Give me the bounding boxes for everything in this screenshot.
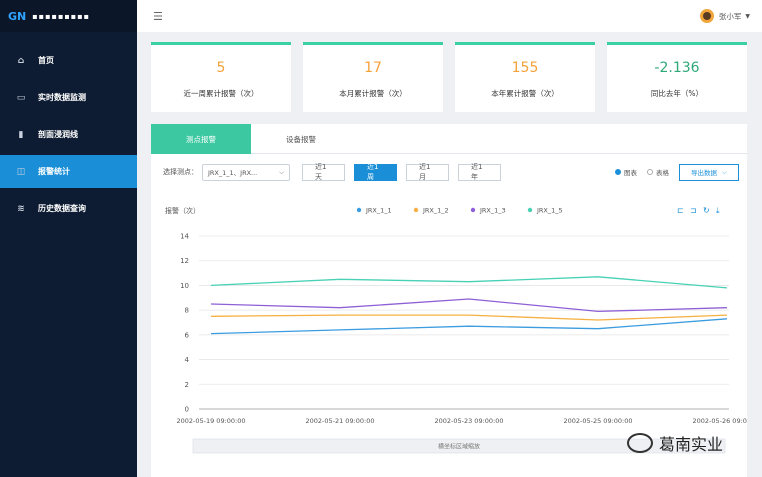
user-menu[interactable]: 张小军 ▼ [699,9,750,23]
stat-card: 5 近一周累计报警（次） [151,42,291,112]
sidebar-item-label: 实时数据监测 [38,93,86,102]
legend-label: JRX_1_1 [365,207,392,215]
stat-label: 本年累计报警（次） [491,89,559,98]
top-bar: ☰ 张小军 ▼ [137,0,762,32]
avatar [699,9,714,23]
caret-down-icon: ▼ [745,12,750,20]
sidebar-item-label: 历史数据查询 [38,204,86,213]
radio-on-icon [615,169,621,175]
database-icon: ≋ [17,203,25,214]
series-line-JRX_1_2 [210,314,728,321]
sidebar-item-4[interactable]: ≋ 历史数据查询 [0,192,137,225]
legend-label: JRX_1_5 [536,207,563,215]
select-label: 选择测点： [163,168,198,176]
radio-off-icon [647,169,653,175]
y-tick-label: 14 [180,233,189,241]
sidebar-item-1[interactable]: ▭ 实时数据监测 [0,81,137,114]
toolbox-icon: ⊏ [677,206,684,215]
logo-text: ▪▪▪▪▪▪▪▪▪ [32,11,91,21]
stat-label: 近一周累计报警（次） [183,89,259,98]
sidebar-item-3[interactable]: ◫ 报警统计 [0,155,137,188]
stat-card: 17 本月累计报警（次） [303,42,443,112]
y-tick-label: 8 [185,307,189,315]
range-button-0[interactable]: 近1天 [302,163,345,181]
tab-0[interactable]: 测点报警 [151,124,251,154]
stat-cards: 5 近一周累计报警（次） 17 本月累计报警（次） 155 本年累计报警（次） -2.136… [151,42,747,112]
stat-value: 17 [364,60,382,76]
stat-card: 155 本年累计报警（次） [455,42,595,112]
export-button[interactable]: 导出数据 ⌵ [679,163,739,181]
logo[interactable]: GN ▪▪▪▪▪▪▪▪▪ [0,0,137,32]
user-name: 张小军 [718,11,742,21]
watermark-text: 葛南实业 [659,435,724,454]
stat-value: 5 [216,60,226,76]
sidebar-item-0[interactable]: ⌂ 首页 [0,44,137,77]
sidebar: GN ▪▪▪▪▪▪▪▪▪ ⌂ 首页 ▭ 实时数据监测 ▮ 剖面浸润线 ◫ 报警统计 ≋ 历史数据查… [0,0,137,477]
stat-card: -2.136 同比去年（%） [607,42,747,112]
toolbox-icon: ↻ [703,206,710,215]
y-axis-label: 报警（次） [165,206,200,215]
view-chart-label: 图表 [624,169,637,177]
series-line-JRX_1_3 [210,298,728,313]
y-tick-label: 12 [180,257,189,265]
range-buttons: 近1天 近1周 近1月 近1年 [290,163,501,181]
point-select[interactable]: JRX_1_1、JRX... ⌵ [202,163,290,181]
y-tick-label: 4 [185,356,190,364]
chevron-down-icon: ⌵ [722,167,727,176]
watermark: 葛南实业 [627,431,723,455]
filter-bar: 选择测点： JRX_1_1、JRX... ⌵ 近1天 近1周 近1月 近1年 图表 表… [163,162,739,182]
menu-toggle-icon[interactable]: ☰ [153,10,163,23]
view-table-label: 表格 [656,169,669,177]
sidebar-item-label: 首页 [38,56,54,65]
zoom-slider-label: 横坐标区域缩放 [438,443,480,451]
tab-bar: 测点报警 设备报警 [151,124,747,154]
view-table-radio[interactable]: 表格 [647,167,669,177]
monitor-icon: ▭ [16,92,26,103]
y-tick-label: 6 [185,331,190,339]
series-line-JRX_1_1 [210,318,728,335]
x-tick-label: 2002-05-25 09:00:00 [563,417,632,425]
sidebar-item-label: 报警统计 [38,167,70,176]
legend-marker [527,207,533,213]
legend-marker [413,207,419,213]
point-select-value: JRX_1_1、JRX... [208,169,258,177]
logo-mark: GN [8,9,27,23]
range-button-2[interactable]: 近1月 [406,163,449,181]
alarm-icon: ◫ [16,166,26,177]
series-line-JRX_1_5 [210,276,728,289]
view-chart-radio[interactable]: 图表 [615,167,637,177]
y-tick-label: 0 [185,406,189,414]
legend-marker [470,207,476,213]
stat-value: -2.136 [654,60,700,76]
stat-label: 同比去年（%） [650,89,704,98]
legend-label: JRX_1_2 [422,207,449,215]
stat-value: 155 [511,60,539,76]
range-button-3[interactable]: 近1年 [458,163,501,181]
toolbox-icon: ⊐ [690,206,697,215]
home-icon: ⌂ [17,55,25,66]
x-tick-label: 2002-05-23 09:00:00 [434,417,503,425]
chevron-down-icon: ⌵ [279,167,284,176]
chart-icon: ▮ [18,129,24,140]
tab-1[interactable]: 设备报警 [251,124,351,154]
alarm-panel: 测点报警 设备报警 选择测点： JRX_1_1、JRX... ⌵ 近1天 近1周 近1… [151,124,747,477]
export-label: 导出数据 [691,169,718,177]
y-tick-label: 2 [185,381,189,389]
y-tick-label: 10 [180,282,189,290]
stat-label: 本月累计报警（次） [339,89,407,98]
sidebar-item-label: 剖面浸润线 [38,130,78,139]
sidebar-nav: ⌂ 首页 ▭ 实时数据监测 ▮ 剖面浸润线 ◫ 报警统计 ≋ 历史数据查询 [0,32,137,225]
legend-label: JRX_1_3 [479,207,506,215]
x-tick-label: 2002-05-26 09:00:00 [692,417,747,425]
range-button-1[interactable]: 近1周 [354,163,397,181]
sidebar-item-2[interactable]: ▮ 剖面浸润线 [0,118,137,151]
toolbox-icon: ⤓ [716,206,720,215]
legend-marker [356,207,362,213]
x-tick-label: 2002-05-19 09:00:00 [176,417,245,425]
wechat-icon [627,433,653,453]
x-tick-label: 2002-05-21 09:00:00 [305,417,374,425]
